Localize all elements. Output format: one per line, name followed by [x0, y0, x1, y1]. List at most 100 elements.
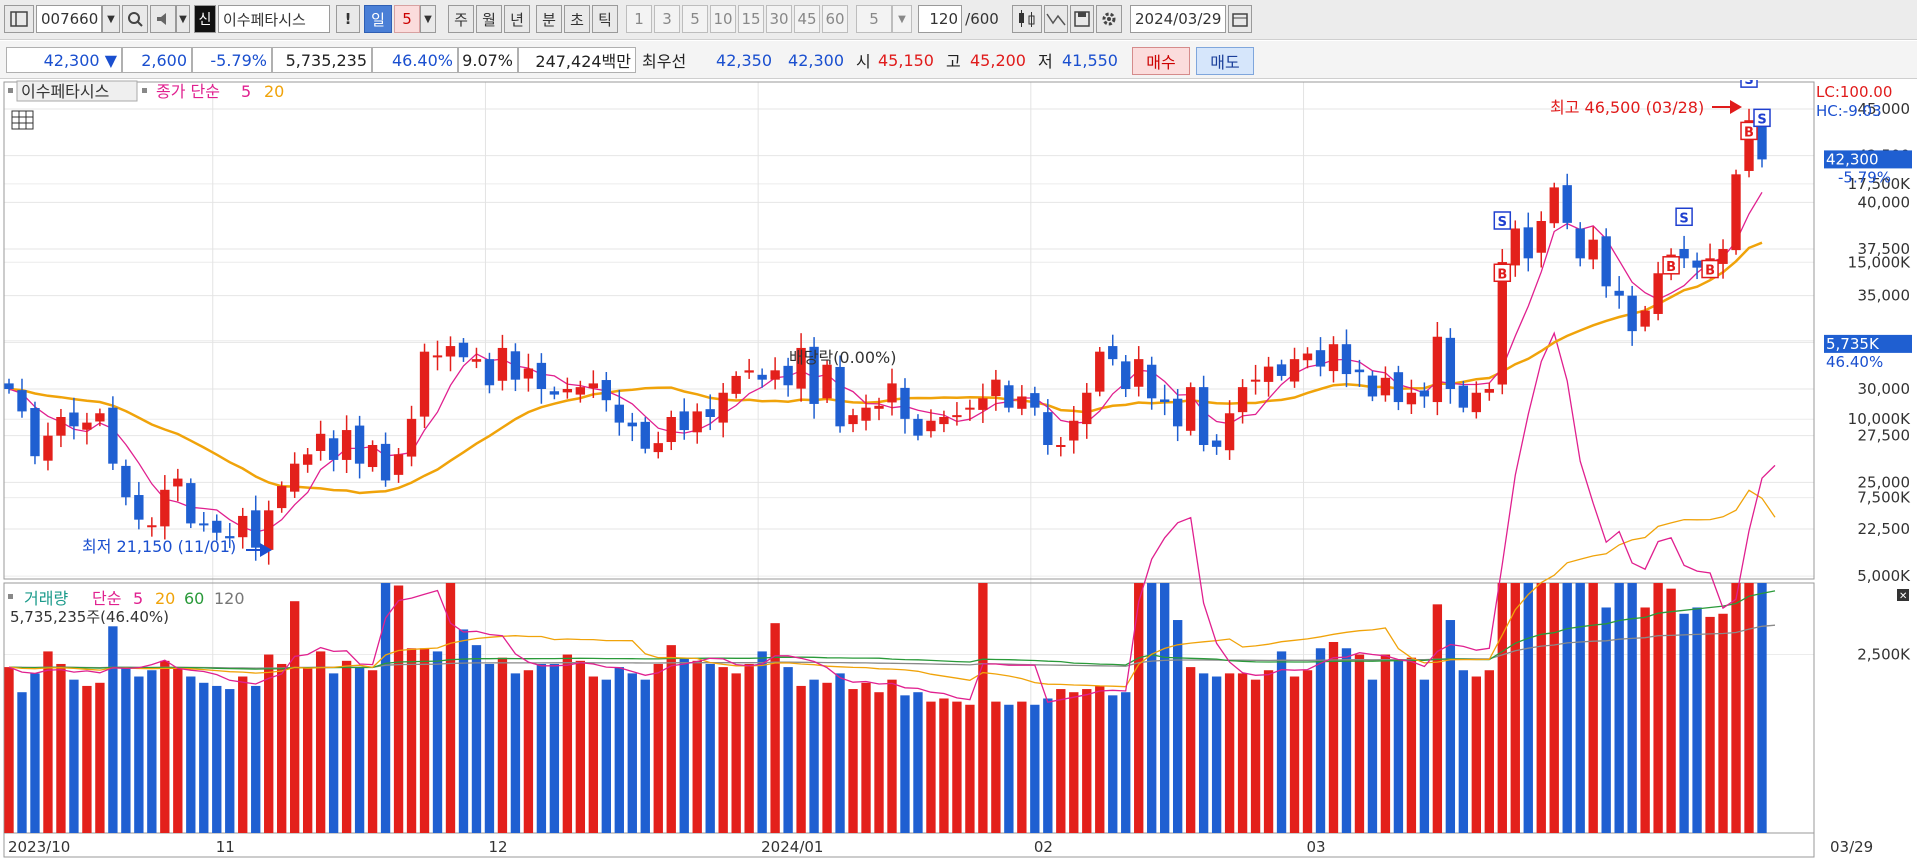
alert-button[interactable]: !: [336, 5, 360, 33]
volume-bar: [69, 679, 79, 833]
candle: [562, 389, 573, 393]
search-icon[interactable]: [122, 5, 148, 33]
minute-60-button[interactable]: 60: [822, 5, 848, 33]
toolbar: 007660 ▼ ▼ 신 이수페타시스 ! 일 5 ▼ 주 월 년 분 초 틱 …: [0, 0, 1917, 40]
volume-bar: [1056, 689, 1066, 833]
candle: [744, 370, 754, 373]
volume-ratio: 46.40%: [372, 47, 458, 73]
period-weekly-button[interactable]: 주: [448, 5, 474, 33]
candle: [1043, 412, 1053, 445]
period-monthly-button[interactable]: 월: [476, 5, 502, 33]
buy-button[interactable]: 매수: [1132, 47, 1190, 75]
candle: [1588, 239, 1598, 260]
credit-badge: 신: [194, 5, 216, 33]
candle: [30, 408, 40, 457]
volume-bar: [251, 685, 261, 833]
low-label: 저: [1038, 52, 1053, 71]
candle: [1549, 187, 1559, 224]
lc-label: LC:100.00: [1816, 83, 1892, 101]
stock-chart[interactable]: SBBSBSBS 22,50025,00027,50030,00032,5003…: [0, 80, 1917, 859]
candle-type-icon[interactable]: [1012, 5, 1042, 33]
candle: [1523, 227, 1533, 259]
candle: [484, 359, 495, 386]
volume-bar: [1069, 692, 1079, 833]
minute-30-button[interactable]: 30: [766, 5, 792, 33]
volume-bar: [757, 651, 767, 833]
chevron-down-icon[interactable]: ▼: [892, 5, 912, 33]
stock-code-input[interactable]: 007660: [36, 5, 102, 33]
volume-bar: [1731, 583, 1741, 833]
candle: [69, 412, 79, 427]
date-input[interactable]: 2024/03/29: [1130, 5, 1226, 33]
crosshair-icon[interactable]: [1044, 5, 1068, 33]
current-volume-tag-text: 5,735K: [1826, 335, 1880, 353]
candle: [1069, 420, 1079, 441]
layout-icon[interactable]: [4, 5, 34, 33]
volume-bar: [1263, 670, 1274, 833]
period-second-button[interactable]: 초: [564, 5, 590, 33]
volume-legend-ma5: 5: [133, 589, 143, 608]
candle: [510, 351, 521, 380]
high-annotation: 최고 46,500 (03/28): [1550, 98, 1704, 117]
period-tick-button[interactable]: 틱: [592, 5, 618, 33]
minute-10-button[interactable]: 10: [710, 5, 736, 33]
candle: [1004, 385, 1014, 408]
period-minute-button[interactable]: 분: [536, 5, 562, 33]
volume-tick-label: 15,000K: [1848, 253, 1911, 271]
volume-bar: [1095, 685, 1105, 833]
candle: [1095, 351, 1105, 392]
candle: [835, 366, 845, 427]
candle: [108, 407, 118, 464]
volume-legend-ma20: 20: [155, 589, 175, 608]
sell-button[interactable]: 매도: [1196, 47, 1254, 75]
candles: [4, 108, 1767, 565]
current-pct-tag: -5.79%: [1838, 168, 1891, 186]
chevron-down-icon[interactable]: ▼: [176, 5, 190, 33]
date-tick-label: 12: [488, 838, 507, 856]
vol-ma60-line: [8, 590, 1776, 670]
table-icon[interactable]: [11, 110, 34, 130]
candle: [887, 383, 897, 403]
signal-label: S: [1498, 215, 1507, 230]
signal-label: B: [1705, 264, 1715, 279]
volume-bar: [1302, 670, 1313, 833]
speaker-icon[interactable]: [150, 5, 176, 33]
signal-label: S: [1757, 112, 1766, 127]
candle: [212, 520, 222, 533]
interval-select[interactable]: 5: [856, 5, 892, 33]
volume-bar: [1276, 651, 1287, 833]
x-axis-frame: [3, 832, 1815, 858]
minute-1-button[interactable]: 1: [626, 5, 652, 33]
volume-bar: [393, 585, 404, 833]
candle: [147, 525, 157, 528]
minute-45-button[interactable]: 45: [794, 5, 820, 33]
price-legend-ma-label: 종가 단순: [156, 82, 220, 101]
volume-bar: [121, 667, 131, 833]
minute-15-button[interactable]: 15: [738, 5, 764, 33]
volume-bar: [432, 651, 443, 833]
chevron-down-icon[interactable]: ▼: [420, 5, 436, 33]
chevron-down-icon[interactable]: ▼: [102, 5, 120, 33]
candle: [1276, 364, 1287, 376]
stock-name-field[interactable]: 이수페타시스: [218, 5, 330, 33]
candle: [432, 355, 443, 358]
period-daily-n-button[interactable]: 5: [394, 5, 420, 33]
volume-bar: [1030, 704, 1040, 833]
gear-icon[interactable]: [1096, 5, 1122, 33]
candle: [1302, 353, 1313, 361]
candle: [1380, 377, 1391, 396]
volume-bar: [328, 673, 339, 833]
volume-bar: [744, 663, 754, 833]
bar-count-input[interactable]: 120: [918, 5, 962, 33]
calendar-icon[interactable]: [1228, 5, 1252, 33]
period-daily-button[interactable]: 일: [364, 5, 392, 33]
minute-3-button[interactable]: 3: [654, 5, 680, 33]
volume-bar: [874, 692, 884, 833]
date-tick-label: 2024/01: [761, 838, 823, 856]
volume-bar: [913, 692, 923, 833]
candle: [1030, 393, 1040, 408]
save-icon[interactable]: [1070, 5, 1094, 33]
price-legend-name: 이수페타시스: [21, 82, 109, 101]
period-yearly-button[interactable]: 년: [504, 5, 530, 33]
minute-5-button[interactable]: 5: [682, 5, 708, 33]
